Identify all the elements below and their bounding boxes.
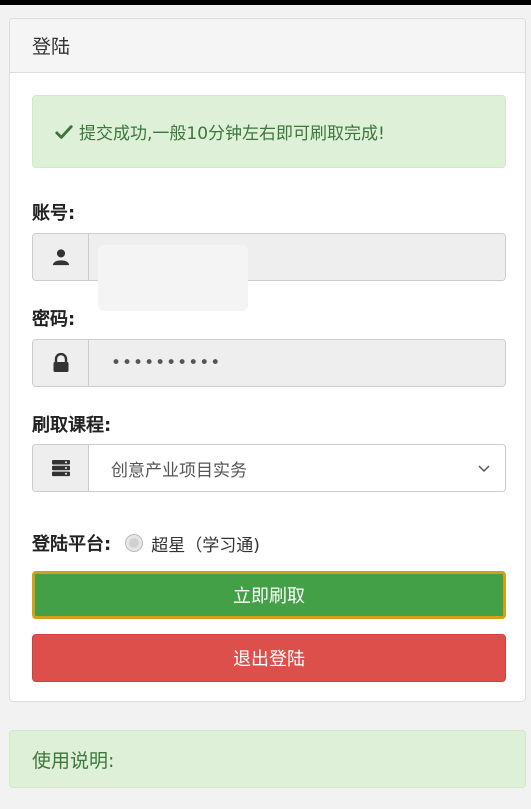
- logout-button[interactable]: 退出登陆: [32, 634, 506, 682]
- alert-message: 提交成功,一般10分钟左右即可刷取完成!: [79, 124, 385, 144]
- status-bar: [0, 0, 531, 5]
- instructions-panel: 使用说明:: [9, 730, 526, 788]
- platform-option-label: 超星（学习通): [151, 535, 260, 556]
- course-selected: 创意产业项目实务: [111, 460, 247, 481]
- submit-button[interactable]: 立即刷取: [32, 571, 506, 619]
- panel-title: 登陆: [10, 19, 525, 73]
- platform-label: 登陆平台:: [32, 534, 112, 555]
- instructions-title: 使用说明:: [32, 749, 115, 772]
- password-label: 密码:: [32, 309, 76, 330]
- platform-radio[interactable]: [125, 534, 144, 552]
- login-panel: 登陆 提交成功,一般10分钟左右即可刷取完成! 账号: 密码: ••••••••…: [9, 18, 526, 702]
- user-icon: [33, 234, 89, 280]
- server-icon: [33, 445, 89, 491]
- course-input-group: 创意产业项目实务: [32, 444, 506, 492]
- course-select[interactable]: 创意产业项目实务: [89, 445, 505, 491]
- redacted-overlay: [98, 245, 248, 311]
- chevron-down-icon: [478, 465, 490, 473]
- success-alert: 提交成功,一般10分钟左右即可刷取完成!: [32, 95, 506, 168]
- lock-icon: [33, 340, 89, 386]
- password-input-group: ••••••••••: [32, 339, 506, 387]
- course-label: 刷取课程:: [32, 415, 112, 436]
- account-label: 账号:: [32, 203, 76, 224]
- check-icon: [55, 124, 73, 139]
- password-field[interactable]: ••••••••••: [89, 340, 505, 386]
- platform-row: 登陆平台: 超星（学习通): [32, 530, 260, 556]
